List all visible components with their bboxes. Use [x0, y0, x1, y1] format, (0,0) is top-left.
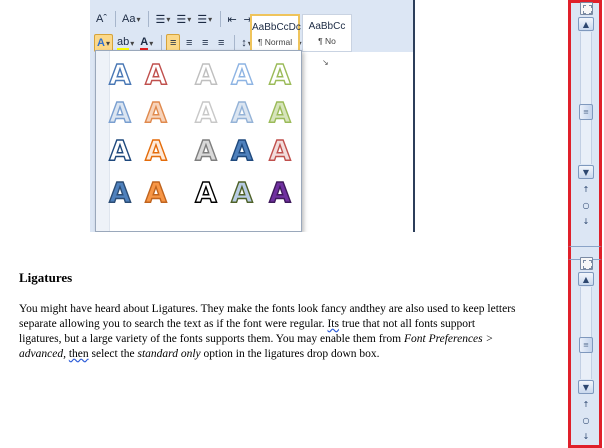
- previous-page-button[interactable]: ↑: [580, 183, 592, 195]
- vertical-scroll-track[interactable]: [580, 287, 592, 379]
- text-effect-option[interactable]: A: [188, 95, 224, 131]
- text-effect-option[interactable]: A: [188, 57, 224, 93]
- vertical-scroll-thumb[interactable]: ≡: [579, 104, 593, 120]
- text-effect-option[interactable]: A: [188, 133, 224, 169]
- document-heading: Ligatures: [19, 270, 73, 285]
- vertical-scroll-track[interactable]: [580, 32, 592, 164]
- italic-text: standard only: [137, 348, 201, 360]
- style-sample: AaBbCcDc: [252, 22, 301, 33]
- text-effect-option[interactable]: A: [262, 57, 298, 93]
- style-name: ¶ No: [318, 36, 336, 46]
- text-effect-option[interactable]: A: [224, 133, 260, 169]
- toolbar-separator: [115, 11, 116, 27]
- select-browse-object-button[interactable]: ○: [580, 199, 592, 211]
- paragraph-group-area: [300, 52, 413, 232]
- text-effect-option[interactable]: A: [224, 95, 260, 131]
- paragraph-text: option in the ligatures drop down box.: [203, 348, 380, 360]
- toolbar-separator: [148, 11, 150, 27]
- text-effect-option[interactable]: A: [102, 175, 138, 211]
- select-browse-object-button[interactable]: ○: [580, 414, 592, 426]
- text-effect-option[interactable]: A: [224, 175, 260, 211]
- text-effect-option[interactable]: A: [138, 95, 174, 131]
- vertical-scroll-thumb[interactable]: ≡: [579, 337, 593, 353]
- next-page-button[interactable]: ↓: [580, 215, 592, 227]
- numbering-button[interactable]: ☰: [174, 10, 193, 28]
- document-paragraph: You might have heard about Ligatures. Th…: [19, 302, 519, 362]
- text-effect-option[interactable]: A: [262, 175, 298, 211]
- scroll-up-button[interactable]: ▲: [578, 17, 594, 31]
- text-effect-option[interactable]: A: [138, 57, 174, 93]
- multilevel-list-button[interactable]: ☰: [195, 10, 214, 28]
- scroll-up-button[interactable]: ▲: [578, 272, 594, 286]
- text-effect-option[interactable]: A: [102, 57, 138, 93]
- font-color-icon: A: [140, 36, 149, 51]
- grammar-squiggle-text: then: [68, 348, 89, 360]
- grow-font-button[interactable]: Aˆ: [94, 10, 109, 28]
- text-effects-gallery: AAAAAAAAAAAAAAAAAAAA: [95, 50, 302, 232]
- change-case-button[interactable]: Aa: [120, 10, 142, 28]
- text-effect-option[interactable]: A: [102, 133, 138, 169]
- previous-page-button[interactable]: ↑: [580, 398, 592, 410]
- scroll-down-button[interactable]: ▼: [578, 380, 594, 394]
- scroll-down-button[interactable]: ▼: [578, 165, 594, 179]
- top-pane: Aˆ Aa ☰ ☰ ☰ ⇤ ⇥ A↓ ¶ A ab A ≡ ≡: [0, 0, 568, 232]
- toolbar-separator: [220, 11, 222, 27]
- paragraph-dialog-launcher[interactable]: ↘: [322, 58, 329, 67]
- text-effect-option[interactable]: A: [138, 175, 174, 211]
- document-pane[interactable]: Ligatures You might have heard about Lig…: [0, 250, 568, 448]
- bullets-button[interactable]: ☰: [153, 10, 172, 28]
- text-effect-option[interactable]: A: [262, 95, 298, 131]
- next-page-button[interactable]: ↓: [580, 430, 592, 442]
- style-no-spacing[interactable]: AaBbCc ¶ No: [302, 14, 352, 52]
- text-effects-icon: A: [97, 37, 105, 49]
- paragraph-text: select the: [91, 348, 135, 360]
- style-normal[interactable]: AaBbCcDc ¶ Normal: [250, 14, 301, 52]
- toolbar-separator: [161, 35, 163, 51]
- text-effect-option[interactable]: A: [138, 133, 174, 169]
- style-name: ¶ Normal: [257, 37, 293, 47]
- view-ruler-icon[interactable]: [580, 2, 593, 15]
- highlighter-icon: ab: [116, 36, 130, 51]
- view-ruler-icon[interactable]: [580, 257, 593, 270]
- text-effect-option[interactable]: A: [188, 175, 224, 211]
- decrease-indent-button[interactable]: ⇤: [225, 10, 239, 28]
- text-effect-option[interactable]: A: [102, 95, 138, 131]
- text-effect-option[interactable]: A: [262, 133, 298, 169]
- spelling-squiggle-text: Its: [327, 318, 339, 330]
- style-sample: AaBbCc: [308, 21, 346, 32]
- toolbar-separator: [234, 35, 236, 51]
- text-effect-option[interactable]: A: [224, 57, 260, 93]
